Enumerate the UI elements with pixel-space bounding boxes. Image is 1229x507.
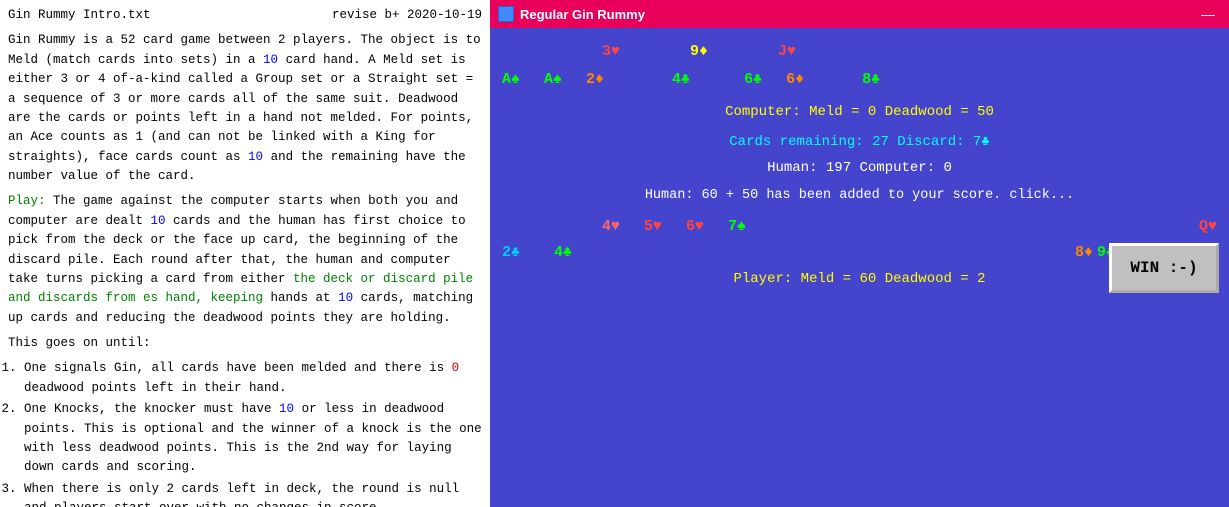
player-card-4h: 4♥ <box>602 219 620 234</box>
computer-card-4c: 4♣ <box>672 72 690 87</box>
rules-list: One signals Gin, all cards have been mel… <box>24 359 482 507</box>
win-button[interactable]: WIN :-) <box>1109 243 1219 293</box>
right-panel: Regular Gin Rummy — 3♥ 9♦ J♥ A♠ A♠ 2♦ 4♣… <box>490 0 1229 507</box>
game-area[interactable]: 3♥ 9♦ J♥ A♠ A♠ 2♦ 4♣ 6♣ 6♦ 8♣ Computer: … <box>490 28 1229 507</box>
computer-card-as2: A♠ <box>544 72 562 87</box>
highlight-10-5: 10 <box>279 402 294 416</box>
player-card-7s: 7♠ <box>728 219 746 234</box>
highlight-10-4: 10 <box>338 291 353 305</box>
player-card-5h: 5♥ <box>644 219 662 234</box>
message-text: Human: 60 + 50 has been added to your sc… <box>645 188 1074 203</box>
player-card-8d: 8♦ <box>1075 245 1093 260</box>
computer-top-row1: 3♥ 9♦ J♥ <box>502 40 1217 62</box>
rule-2: One Knocks, the knocker must have 10 or … <box>24 400 482 478</box>
computer-card-6d: 6♦ <box>786 72 804 87</box>
score-label: Human: 197 Computer: 0 <box>767 160 952 176</box>
computer-top-row2: A♠ A♠ 2♦ 4♣ 6♣ 6♦ 8♣ <box>502 68 1217 90</box>
computer-card-9d: 9♦ <box>690 44 708 59</box>
rule-3: When there is only 2 cards left in deck,… <box>24 480 482 507</box>
player-card-4c-p: 4♣ <box>554 245 572 260</box>
paragraph-play: Play: The game against the computer star… <box>8 192 482 328</box>
doc-title-left: Gin Rummy Intro.txt <box>8 6 151 25</box>
player-card-qh: Q♥ <box>1199 219 1217 234</box>
highlight-10-2: 10 <box>248 150 263 164</box>
computer-card-as: A♠ <box>502 72 520 87</box>
goes-on-label: This goes on until: <box>8 334 482 353</box>
cards-remaining-label: Cards remaining: 27 Discard: 7♣ <box>729 134 989 150</box>
player-meld-label: Player: Meld = 60 Deadwood = 2 <box>733 271 985 287</box>
doc-title-right: revise b+ 2020-10-19 <box>332 6 482 25</box>
cards-remaining: Cards remaining: 27 Discard: 7♣ <box>502 134 1217 150</box>
computer-card-6c: 6♣ <box>744 72 762 87</box>
rule-1: One signals Gin, all cards have been mel… <box>24 359 482 398</box>
left-panel: Gin Rummy Intro.txt revise b+ 2020-10-19… <box>0 0 490 507</box>
minimize-button[interactable]: — <box>1195 4 1221 24</box>
player-row1: 4♥ 5♥ 6♥ 7♠ Q♥ <box>502 215 1217 237</box>
highlight-10-3: 10 <box>151 214 166 228</box>
play-label: Play: <box>8 194 46 208</box>
document-title-bar: Gin Rummy Intro.txt revise b+ 2020-10-19 <box>8 6 482 25</box>
window-title: Regular Gin Rummy <box>520 7 1195 22</box>
score-display: Human: 197 Computer: 0 <box>502 160 1217 176</box>
computer-card-8c: 8♣ <box>862 72 880 87</box>
player-card-2c: 2♣ <box>502 245 520 260</box>
highlight-10-1: 10 <box>263 53 278 67</box>
player-card-6h: 6♥ <box>686 219 704 234</box>
computer-card-jh: J♥ <box>778 44 796 59</box>
computer-card-3h: 3♥ <box>602 44 620 59</box>
computer-card-2d: 2♦ <box>586 72 604 87</box>
window-icon <box>498 6 514 22</box>
computer-meld-label: Computer: Meld = 0 Deadwood = 50 <box>725 104 994 120</box>
highlight-deck: the deck or discard pile and discards fr… <box>8 272 473 305</box>
title-bar: Regular Gin Rummy — <box>490 0 1229 28</box>
computer-status: Computer: Meld = 0 Deadwood = 50 <box>502 104 1217 120</box>
paragraph-1: Gin Rummy is a 52 card game between 2 pl… <box>8 31 482 186</box>
highlight-0: 0 <box>452 361 460 375</box>
game-message: Human: 60 + 50 has been added to your sc… <box>502 188 1217 203</box>
